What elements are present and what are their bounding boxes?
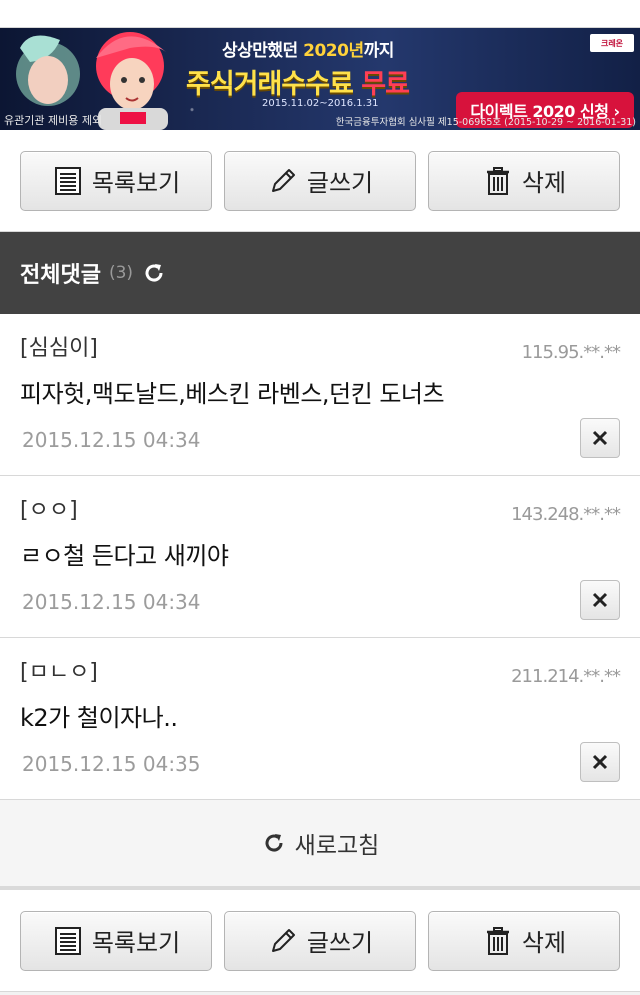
comment-delete-button[interactable] [580,580,620,620]
write-button-label: 글쓰기 [306,169,374,197]
refresh-button[interactable]: 새로고침 [0,800,640,890]
list-icon [54,926,81,955]
comment-date: 2015.12.15 04:34 [22,590,201,614]
comments-header: 전체댓글 (3) [0,232,640,314]
banner-headline: 상상만했던 2020년까지 [222,41,394,61]
list-button-label: 목록보기 [91,169,181,197]
comment-delete-button[interactable] [580,418,620,458]
delete-button-label: 삭제 [521,169,567,197]
bottom-toolbar: 목록보기 글쓰기 삭제 [0,890,640,992]
brand-logo: 크레온 [590,34,634,52]
comment-date: 2015.12.15 04:34 [22,428,201,452]
delete-button-label: 삭제 [521,929,567,957]
list-button[interactable]: 목록보기 [20,150,212,211]
comment-delete-button[interactable] [580,742,620,782]
comment-ip: 211.214.**.** [511,666,621,687]
comment-author: [ㅁㄴㅇ] [20,660,98,685]
comment-body: 피자헛,맥도날드,베스킨 라벤스,던킨 도너츠 [20,380,445,408]
close-icon [592,430,608,446]
comment-body: k2가 철이자나.. [20,704,178,732]
write-button[interactable]: 글쓰기 [224,150,416,211]
delete-button[interactable]: 삭제 [428,150,620,211]
close-icon [592,592,608,608]
comment-item: [ㅇㅇ] 143.248.**.** ㄹㅇ철 든다고 새끼야 2015.12.1… [0,476,640,638]
banner-period: 2015.11.02~2016.1.31 [262,98,379,109]
list-button[interactable]: 목록보기 [20,910,212,971]
pencil-icon [271,168,295,192]
comments-count: (3) [108,263,134,283]
refresh-icon[interactable] [141,260,167,286]
comment-body: ㄹㅇ철 든다고 새끼야 [20,542,229,570]
trash-icon [486,926,509,955]
comment-ip: 143.248.**.** [511,504,621,525]
delete-button[interactable]: 삭제 [428,910,620,971]
status-spacer [0,0,640,28]
list-icon [54,166,81,195]
comments-title: 전체댓글 [20,263,101,288]
list-button-label: 목록보기 [91,929,181,957]
banner-note-right: 한국금융투자협회 심사필 제15-06965호 (2015-10-29 ~ 20… [335,117,636,128]
pencil-icon [271,928,295,952]
comment-ip: 115.95.**.** [521,342,621,363]
banner-note-left: 유관기관 제비용 제외 [4,114,103,127]
banner-main-text: 주식거래수수료 무료 [186,69,410,100]
ad-banner[interactable]: 상상만했던 2020년까지 주식거래수수료 무료 2015.11.02~2016… [0,28,640,130]
comment-author: [ㅇㅇ] [20,498,78,523]
top-toolbar: 목록보기 글쓰기 삭제 [0,130,640,232]
close-icon [592,754,608,770]
write-button-label: 글쓰기 [306,929,374,957]
comment-date: 2015.12.15 04:35 [22,752,201,776]
comment-item: [심심이] 115.95.**.** 피자헛,맥도날드,베스킨 라벤스,던킨 도… [0,314,640,476]
write-button[interactable]: 글쓰기 [224,910,416,971]
comment-item: [ㅁㄴㅇ] 211.214.**.** k2가 철이자나.. 2015.12.1… [0,638,640,800]
refresh-label: 새로고침 [294,833,380,859]
trash-icon [486,166,509,195]
refresh-icon [265,834,283,852]
comment-author: [심심이] [20,336,98,361]
